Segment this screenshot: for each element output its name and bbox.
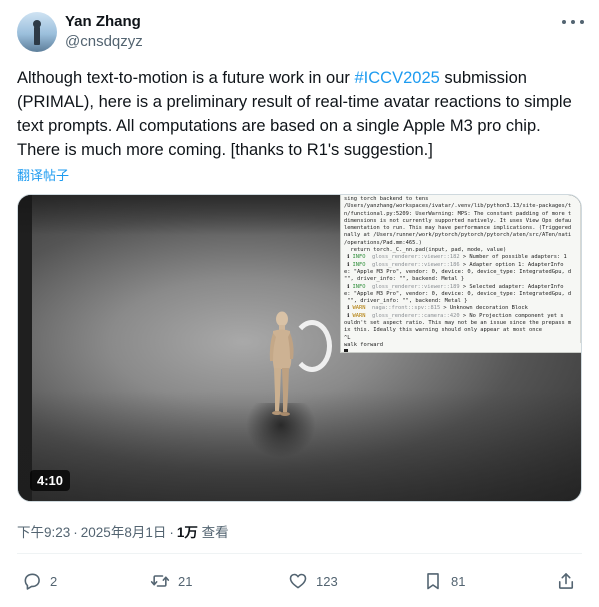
terminal-line: "", driver_info: "", backend: Metal } (344, 276, 581, 283)
tweet-text-part: Although text-to-motion is a future work… (17, 69, 355, 87)
divider (17, 553, 582, 554)
more-icon[interactable] (562, 13, 584, 31)
terminal-line: ℹ WARN gloss_renderer::camera::420 > No … (344, 313, 581, 320)
share-button[interactable] (556, 570, 576, 592)
avatar-figure-body (34, 25, 40, 45)
terminal-line: n/functional.py:5209: UserWarning: MPS: … (344, 211, 581, 218)
terminal-line: ix this. Ideally this warning should onl… (344, 327, 581, 334)
terminal-level-icon: ℹ (344, 254, 353, 261)
terminal-line-text: > Number of possible adapters: 1 (459, 254, 567, 261)
terminal-line: ℹ INFO gloss_renderer::viewer::182 > Num… (344, 254, 581, 261)
terminal-line-text: ouldn't set aspect ratio. This may not b… (344, 320, 572, 327)
terminal-line: ^L (344, 335, 581, 342)
terminal-line: ℹ INFO gloss_renderer::viewer::189 > Sel… (344, 284, 581, 291)
terminal-line-text: /operations/Pad.mm:465.) (344, 239, 422, 246)
terminal-line: lementation to run. This may have perfor… (344, 225, 581, 232)
terminal-line-text: e: "Apple M3 Pro", vendor: 0, device: 0,… (344, 268, 572, 275)
heart-icon (289, 573, 307, 589)
terminal-line-text: "", driver_info: "", backend: Metal } (344, 298, 468, 305)
avatar[interactable] (17, 12, 57, 52)
video-player[interactable]: sing torch backend to tens/Users/yanzhan… (17, 194, 582, 502)
reply-button[interactable]: 2 (22, 570, 57, 592)
avatar-character (269, 311, 294, 416)
terminal-cursor (344, 349, 348, 352)
meta-separator: · (73, 525, 78, 540)
terminal-line: e: "Apple M3 Pro", vendor: 0, device: 0,… (344, 269, 581, 276)
terminal-overlay: sing torch backend to tens/Users/yanzhan… (340, 195, 581, 353)
terminal-line: walk forward (344, 342, 581, 349)
terminal-line-text: > Adapter option 1: AdapterInfo (459, 261, 564, 268)
terminal-line-text: sing torch backend to tens (344, 196, 429, 202)
terminal-log-source: gloss_renderer::camera::420 (372, 312, 460, 319)
terminal-log-level: INFO (352, 283, 366, 290)
terminal-line: /operations/Pad.mm:465.) (344, 240, 581, 247)
terminal-line: sing torch backend to tens (344, 196, 581, 203)
terminal-line-text: n/functional.py:5209: UserWarning: MPS: … (344, 210, 572, 217)
terminal-log-source: gloss_renderer::viewer::189 (372, 283, 460, 290)
terminal-line-text: "", driver_info: "", backend: Metal } (344, 276, 465, 283)
bookmark-count: 81 (451, 573, 466, 589)
terminal-line-text: ^L (344, 334, 351, 341)
terminal-log-level: WARN (352, 305, 366, 312)
terminal-level-icon: ℹ (344, 261, 353, 268)
terminal-line-text: dimensions is not currently supported na… (344, 217, 572, 224)
loading-spinner-icon (292, 320, 332, 372)
translate-post-link[interactable]: 翻译帖子 (17, 165, 69, 184)
reply-count: 2 (50, 573, 58, 589)
repost-button[interactable]: 21 (150, 570, 192, 592)
terminal-line: nally at /Users/runner/work/pytorch/pyto… (344, 232, 581, 239)
terminal-level-icon: ℹ (344, 312, 353, 319)
terminal-line: ouldn't set aspect ratio. This may not b… (344, 320, 581, 327)
terminal-line-text: > No Projection component yet s (459, 312, 564, 319)
bookmark-icon (427, 573, 439, 590)
terminal-line-text: walk forward (344, 341, 383, 348)
terminal-line: return torch._C._nn.pad(input, pad, mode… (344, 247, 581, 254)
terminal-line-text: ix this. Ideally this warning should onl… (344, 327, 542, 334)
terminal-line: /Users/yanzhang/workspaces/ivatar/.venv/… (344, 203, 581, 210)
terminal-log-level: INFO (352, 254, 366, 261)
terminal-level-icon: ℹ (344, 305, 353, 312)
video-duration-badge: 4:10 (30, 470, 71, 491)
like-button[interactable]: 123 (288, 570, 338, 592)
terminal-line-text: > Unknown decoration Block (440, 305, 528, 312)
repost-count: 21 (178, 573, 193, 589)
terminal-line-text: nally at /Users/runner/work/pytorch/pyto… (344, 232, 572, 239)
meta-separator: · (169, 525, 174, 540)
terminal-log-source: gloss_renderer::viewer::182 (372, 254, 460, 261)
terminal-line-text: /Users/yanzhang/workspaces/ivatar/.venv/… (344, 203, 572, 210)
terminal-log-source: naga::front::spv::815 (372, 305, 441, 312)
share-icon (558, 573, 574, 589)
terminal-line: dimensions is not currently supported na… (344, 218, 581, 225)
terminal-level-icon: ℹ (344, 283, 353, 290)
terminal-line: ℹ WARN naga::front::spv::815 > Unknown d… (344, 305, 581, 312)
terminal-scrollbar (580, 203, 581, 343)
tweet-meta: 下午9:23 · 2025年8月1日 · 1万 查看 (17, 521, 229, 541)
terminal-log-level: INFO (352, 261, 366, 268)
terminal-log-level: WARN (352, 312, 366, 319)
terminal-line: "", driver_info: "", backend: Metal } (344, 298, 581, 305)
bookmark-button[interactable]: 81 (423, 570, 465, 592)
terminal-line: e: "Apple M3 Pro", vendor: 0, device: 0,… (344, 291, 581, 298)
tweet-card: Yan Zhang @cnsdqzyz Although text-to-mot… (0, 0, 599, 607)
terminal-cursor-line (344, 349, 581, 352)
repost-icon (150, 575, 170, 587)
terminal-line-text: > Selected adapter: AdapterInfo (459, 283, 564, 290)
reply-icon (24, 573, 40, 590)
terminal-line-text: e: "Apple M3 Pro", vendor: 0, device: 0,… (344, 290, 572, 297)
terminal-log-source: gloss_renderer::viewer::186 (372, 261, 460, 268)
author-handle[interactable]: @cnsdqzyz (65, 33, 143, 50)
terminal-line: ℹ INFO gloss_renderer::viewer::186 > Ada… (344, 262, 581, 269)
author-display-name[interactable]: Yan Zhang (65, 13, 141, 30)
terminal-line-text: return torch._C._nn.pad(input, pad, mode… (344, 247, 507, 254)
terminal-lines: sing torch backend to tens/Users/yanzhan… (344, 196, 581, 349)
tweet-text: Although text-to-motion is a future work… (17, 66, 582, 162)
views-label: 查看 (201, 525, 229, 540)
views-count[interactable]: 1万 (177, 525, 198, 540)
post-date[interactable]: 2025年8月1日 (81, 525, 167, 540)
like-count: 123 (316, 573, 338, 589)
terminal-line-text: lementation to run. This may have perfor… (344, 225, 572, 232)
hashtag-link[interactable]: #ICCV2025 (355, 69, 440, 87)
post-time[interactable]: 下午9:23 (17, 525, 70, 540)
